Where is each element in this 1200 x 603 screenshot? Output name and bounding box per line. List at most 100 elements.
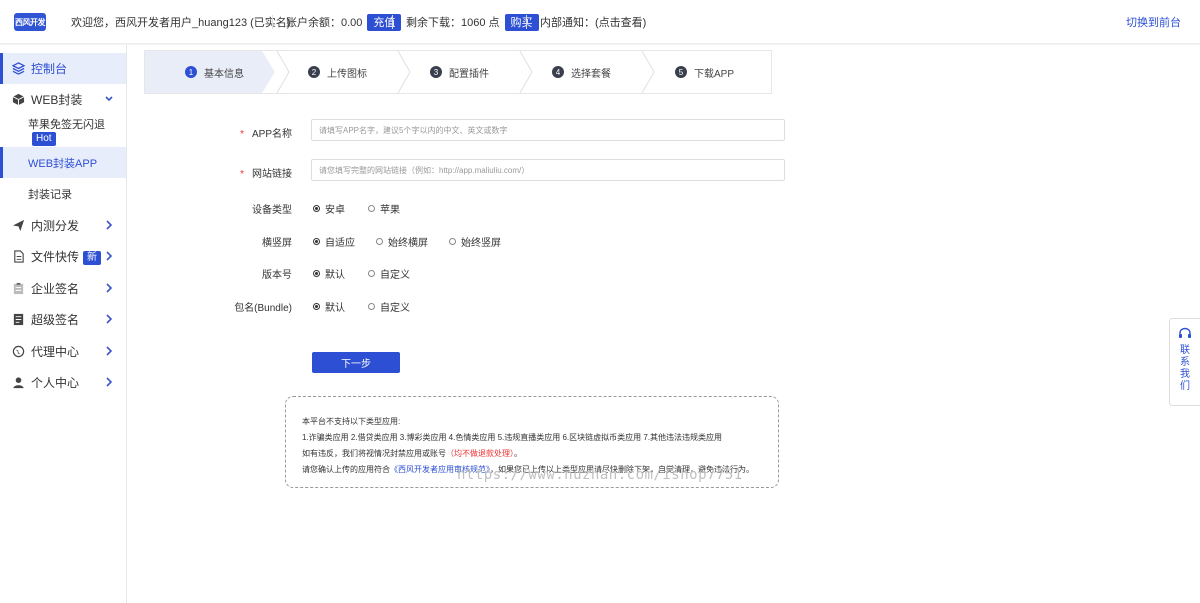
chevron-right-icon (106, 314, 113, 324)
app-name-label: * APP名称 (240, 129, 292, 140)
step-number: 1 (185, 66, 197, 78)
hot-badge: Hot (32, 131, 56, 146)
wizard-steps: 1 基本信息 2 上传图标 3 配置插件 4 选择套餐 5 下载APP (144, 50, 772, 94)
step-label: 配置插件 (449, 68, 489, 80)
chevron-right-icon (106, 377, 113, 387)
sidebar-item-super-sign[interactable]: 超级签名 (0, 304, 126, 335)
contact-us-label: 联系我们 (1180, 345, 1190, 392)
clipboard-icon (13, 282, 24, 295)
site-url-label: * 网站链接 (240, 169, 292, 180)
step-select-package[interactable]: 4 选择套餐 (552, 51, 611, 93)
sidebar: 控制台 WEB封装 苹果免签无闪退Hot WEB封装APP 封装记录 内测分发 … (0, 45, 127, 603)
sidebar-item-agent-center[interactable]: 代理中心 (0, 336, 126, 367)
header-divider (526, 15, 527, 29)
globe-icon (12, 345, 25, 358)
next-step-button[interactable]: 下一步 (312, 352, 400, 373)
notice-line: 1.诈骗类应用 2.借贷类应用 3.博彩类应用 4.色情类应用 5.违规直播类应… (302, 433, 723, 442)
step-label: 选择套餐 (571, 68, 611, 80)
step-number: 2 (308, 66, 320, 78)
headset-icon (1179, 327, 1191, 338)
downloads-group: 剩余下载：1060 点 购买 (406, 0, 539, 44)
notice-line: 本平台不支持以下类型应用: (302, 417, 401, 426)
chevron-right-icon (106, 220, 113, 230)
radio-dot (313, 270, 320, 277)
sidebar-item-label: WEB封装APP (28, 157, 98, 170)
brand-logo[interactable]: 西风开发 (14, 13, 46, 31)
sidebar-item-label: WEB封装 (31, 93, 83, 107)
sidebar-item-label: 封装记录 (28, 188, 72, 201)
radio-dot (368, 303, 375, 310)
sidebar-item-personal-center[interactable]: 个人中心 (0, 367, 126, 398)
radio-dot (368, 205, 375, 212)
sidebar-subitem-apple-nosign[interactable]: 苹果免签无闪退Hot (0, 115, 126, 146)
top-header: 西风开发 欢迎您，西风开发者用户_huang123 (已实名) 账户余额：0.0… (0, 0, 1200, 44)
radio-landscape[interactable]: 始终横屏 (376, 234, 428, 249)
device-type-label: 设备类型 (252, 205, 292, 216)
site-url-input[interactable]: 请您填写完整的网站链接（例如：http://app.maliuliu.com/） (311, 159, 785, 181)
radio-version-custom[interactable]: 自定义 (368, 266, 410, 281)
sidebar-item-label: 内测分发 (31, 219, 80, 233)
radio-bundle-default[interactable]: 默认 (313, 299, 345, 314)
required-mark: * (240, 169, 244, 180)
internal-notice-link[interactable]: 内部通知：(点击查看) (540, 0, 646, 44)
sidebar-item-label: 超级签名 (31, 313, 80, 327)
step-number: 3 (430, 66, 442, 78)
chevron-right-icon (106, 283, 113, 293)
sidebar-item-web-wrap[interactable]: WEB封装 (0, 84, 126, 115)
step-number: 5 (675, 66, 687, 78)
chevron-right-icon (106, 251, 113, 261)
sidebar-item-beta-distribution[interactable]: 内测分发 (0, 210, 126, 241)
step-download-app[interactable]: 5 下载APP (675, 51, 734, 93)
radio-dot (376, 238, 383, 245)
radio-bundle-custom[interactable]: 自定义 (368, 299, 410, 314)
notice-line: 如有违反，我们将视情况封禁应用或账号（均不做退款处理）。 (302, 449, 522, 458)
step-separator-icon (641, 51, 655, 93)
sidebar-item-label: 文件快传新 (31, 248, 102, 265)
bundle-label: 包名(Bundle) (234, 303, 292, 314)
radio-adaptive[interactable]: 自适应 (313, 234, 355, 249)
radio-dot (313, 303, 320, 310)
step-separator-icon (397, 51, 411, 93)
radio-dot (313, 205, 320, 212)
chevron-right-icon (106, 346, 113, 356)
step-separator-icon (276, 51, 290, 93)
main-content: 1 基本信息 2 上传图标 3 配置插件 4 选择套餐 5 下载APP * APP… (127, 45, 1200, 603)
recharge-button[interactable]: 充值 (367, 13, 402, 31)
radio-dot (449, 238, 456, 245)
send-icon (12, 219, 25, 232)
balance-label: 账户余额：0.00 (286, 17, 363, 29)
step-separator-icon (519, 51, 533, 93)
orientation-label: 横竖屏 (262, 238, 292, 249)
step-basic-info[interactable]: 1 基本信息 (185, 51, 244, 93)
radio-portrait[interactable]: 始终竖屏 (449, 234, 501, 249)
box-icon (12, 93, 25, 106)
sidebar-subitem-web-app[interactable]: WEB封装APP (0, 147, 126, 178)
layers-icon (12, 62, 25, 75)
chevron-down-icon (105, 96, 113, 102)
radio-android[interactable]: 安卓 (313, 201, 345, 216)
sidebar-item-dashboard[interactable]: 控制台 (0, 53, 126, 84)
sidebar-item-label: 代理中心 (31, 345, 80, 359)
sidebar-subitem-wrap-records[interactable]: 封装记录 (0, 178, 126, 209)
radio-version-default[interactable]: 默认 (313, 266, 345, 281)
document-icon (13, 313, 24, 326)
buy-button[interactable]: 购买 (504, 13, 539, 31)
sidebar-item-file-transfer[interactable]: 文件快传新 (0, 241, 126, 272)
version-label: 版本号 (262, 270, 292, 281)
welcome-text: 欢迎您，西风开发者用户_huang123 (已实名) (71, 17, 291, 29)
sidebar-item-enterprise-sign[interactable]: 企业签名 (0, 273, 126, 304)
watermark-text: https://www.huzhan.com/ishop7751 (457, 467, 743, 483)
step-label: 上传图标 (327, 68, 367, 80)
radio-apple[interactable]: 苹果 (368, 201, 400, 216)
app-name-input[interactable]: 请填写APP名字，建议5个字以内的中文、英文或数字 (311, 119, 785, 141)
step-configure-plugins[interactable]: 3 配置插件 (430, 51, 489, 93)
contact-us-widget[interactable]: 联系我们 (1169, 318, 1200, 406)
step-upload-icon[interactable]: 2 上传图标 (308, 51, 367, 93)
required-mark: * (240, 129, 244, 140)
radio-dot (368, 270, 375, 277)
file-icon (14, 250, 24, 263)
new-badge: 新 (83, 250, 102, 265)
sidebar-item-label: 企业签名 (31, 282, 80, 296)
step-label: 下载APP (694, 68, 735, 80)
switch-to-frontend-link[interactable]: 切换到前台 (1126, 0, 1181, 44)
